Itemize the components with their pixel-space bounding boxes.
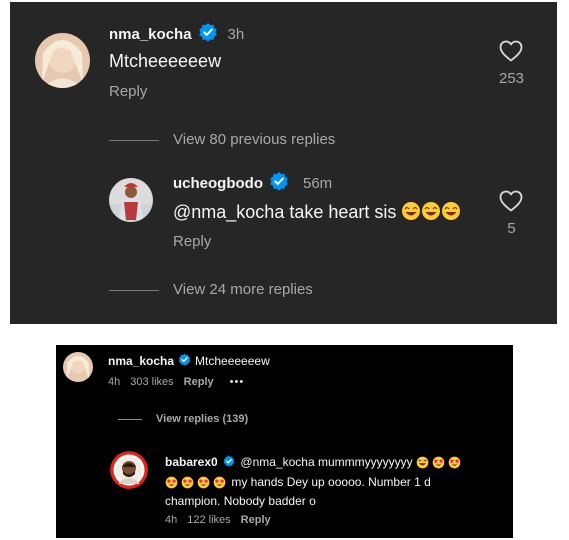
comments-panel-top: nma_kocha 3h Mtcheeeeeew Reply 253 View …: [10, 2, 557, 324]
star-struck-emoji-icon: [181, 476, 194, 494]
comment-meta: 4h 303 likes Reply •••: [108, 376, 244, 388]
thread-line: [109, 140, 159, 141]
star-struck-emoji-icon: [197, 476, 210, 494]
like-count[interactable]: 303 likes: [130, 376, 173, 388]
reply-text-row: @nma_kocha take heart sis: [173, 201, 461, 226]
avatar-nma-kocha[interactable]: [35, 33, 90, 88]
reply-button[interactable]: Reply: [184, 376, 214, 388]
reply-button[interactable]: Reply: [109, 83, 147, 100]
comments-panel-bottom: nma_kocha Mtcheeeeeew 4h 303 likes Reply…: [56, 345, 513, 538]
like-count: 5: [507, 220, 516, 237]
comment-text: Mtcheeeeeew: [195, 354, 270, 368]
star-struck-emoji-icon: [213, 476, 226, 494]
reply-text: @nma_kocha take heart sis: [173, 202, 397, 222]
view-more-replies-button[interactable]: View 24 more replies: [173, 281, 313, 298]
star-struck-emoji-icon: [432, 456, 445, 474]
thread-line: [118, 419, 142, 420]
verified-badge-icon: [269, 171, 289, 196]
reply-time: 4h: [165, 514, 178, 526]
verified-badge-icon: [223, 455, 235, 472]
username[interactable]: ucheogbodo: [173, 175, 263, 192]
view-replies-button[interactable]: View replies (139): [156, 413, 248, 425]
avatar-ucheogbodo[interactable]: [109, 178, 153, 222]
laughing-emoji-icon: [421, 201, 441, 226]
view-previous-replies-button[interactable]: View 80 previous replies: [173, 131, 335, 148]
like-heart-icon[interactable]: [499, 40, 523, 67]
reply-button[interactable]: Reply: [241, 514, 271, 526]
comment-header: nma_kocha 3h: [109, 22, 245, 47]
thread-line: [109, 290, 159, 291]
verified-badge-icon: [198, 22, 218, 47]
reply-header: ucheogbodo 56m: [173, 171, 333, 196]
username[interactable]: babarex0: [165, 455, 218, 469]
more-options-icon[interactable]: •••: [230, 376, 245, 388]
reply-body: babarex0 @nma_kocha mummmyyyyyyyy my han…: [165, 454, 505, 510]
username[interactable]: nma_kocha: [108, 354, 174, 368]
comment-text: Mtcheeeeeew: [109, 51, 222, 71]
reply-text-line-3: champion. Nobody badder o: [165, 494, 316, 508]
comment-time: 3h: [227, 25, 245, 43]
reply-button[interactable]: Reply: [173, 233, 211, 250]
laughing-emoji-icon: [441, 201, 461, 226]
star-struck-emoji-icon: [165, 476, 178, 494]
comment-line: nma_kocha Mtcheeeeeew: [108, 352, 270, 370]
star-struck-emoji-icon: [448, 456, 461, 474]
like-heart-icon[interactable]: [499, 190, 523, 217]
laughing-emoji-icon: [401, 201, 421, 226]
reply-meta: 4h 122 likes Reply: [165, 514, 271, 526]
verified-badge-icon: [178, 353, 191, 369]
avatar-babarex0[interactable]: [110, 451, 148, 489]
comment-time: 4h: [108, 376, 121, 388]
reply-time: 56m: [303, 174, 333, 192]
reply-text-line-2: my hands Dey up ooooo. Number 1 d: [231, 474, 431, 489]
laughing-emoji-icon: [416, 456, 429, 474]
like-count: 253: [498, 70, 525, 87]
reply-text-line-1: @nma_kocha mummmyyyyyyyy: [240, 455, 413, 469]
avatar-nma-kocha[interactable]: [63, 352, 93, 382]
like-count[interactable]: 122 likes: [187, 514, 230, 526]
username[interactable]: nma_kocha: [109, 26, 192, 43]
